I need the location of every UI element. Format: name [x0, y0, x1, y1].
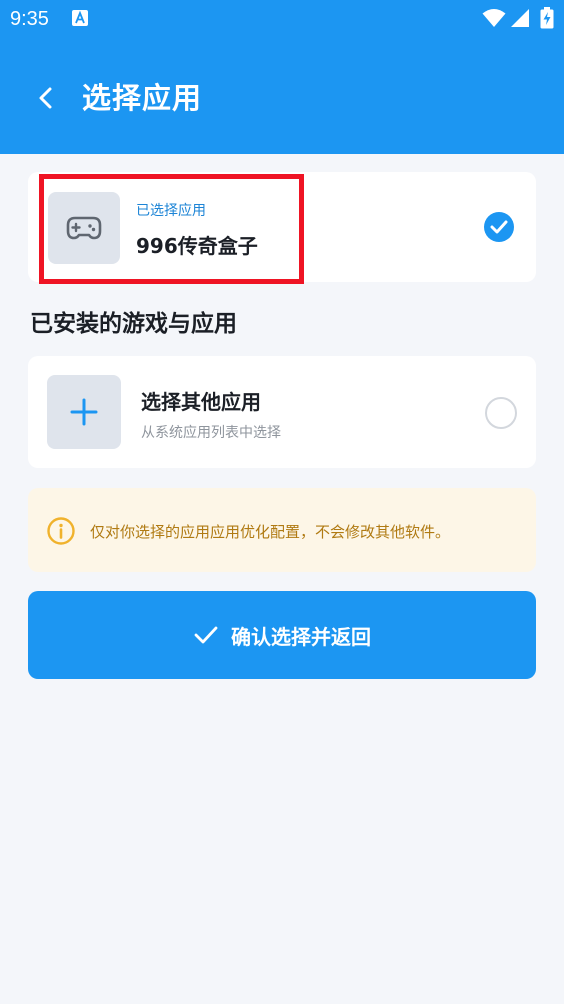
check-circle-icon[interactable] — [484, 212, 514, 242]
check-icon — [490, 220, 508, 234]
selected-app-caption: 已选择应用 — [136, 203, 206, 219]
status-bar: 9:35 — [0, 0, 564, 38]
wifi-icon — [482, 9, 506, 27]
back-button[interactable] — [26, 78, 66, 118]
checkmark-icon — [194, 626, 218, 644]
selected-app-tile — [48, 192, 120, 264]
signal-icon — [511, 9, 529, 27]
select-other-app-card[interactable]: 选择其他应用 从系统应用列表中选择 — [28, 356, 536, 468]
installed-section-title: 已安装的游戏与应用 — [30, 311, 237, 337]
plus-icon — [70, 398, 98, 426]
chevron-left-icon — [39, 87, 52, 109]
selected-app-card[interactable]: 已选择应用 996传奇盒子 — [28, 172, 536, 282]
battery-charging-icon — [540, 7, 554, 29]
other-app-tile — [47, 375, 121, 449]
notice-banner: 仅对你选择的应用应用优化配置，不会修改其他软件。 — [28, 488, 536, 572]
app-header: 9:35 选择应用 — [0, 0, 564, 154]
other-app-title: 选择其他应用 — [141, 390, 261, 414]
confirm-button[interactable]: 确认选择并返回 — [28, 591, 536, 679]
other-app-subtitle: 从系统应用列表中选择 — [141, 425, 281, 441]
page-title: 选择应用 — [82, 81, 203, 115]
gamepad-icon — [66, 216, 102, 240]
confirm-label: 确认选择并返回 — [231, 624, 371, 649]
info-icon — [47, 517, 75, 545]
notification-a-icon — [72, 10, 88, 26]
selected-app-name: 996传奇盒子 — [136, 234, 258, 258]
status-time: 9:35 — [10, 8, 49, 30]
notice-text: 仅对你选择的应用应用优化配置，不会修改其他软件。 — [90, 523, 451, 541]
other-app-radio[interactable] — [485, 397, 517, 429]
